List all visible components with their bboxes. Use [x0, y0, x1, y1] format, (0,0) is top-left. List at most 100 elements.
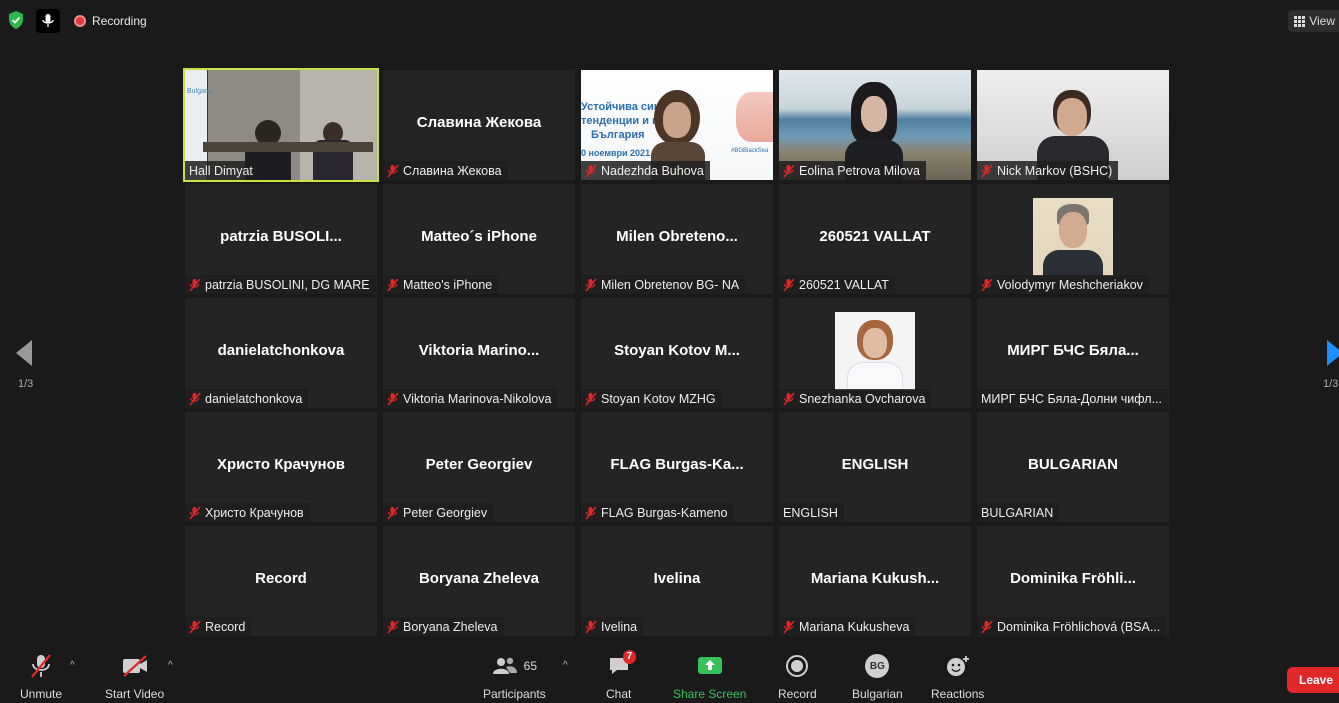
encryption-shield-icon[interactable] — [6, 10, 26, 30]
participant-tile[interactable]: Устойчива сине... тенденции и п... Бълга… — [581, 70, 773, 180]
gallery-grid-icon — [1294, 15, 1306, 27]
participant-name-label: Eolina Petrova Milova — [779, 161, 926, 180]
muted-mic-icon — [387, 392, 399, 405]
record-icon — [785, 652, 809, 680]
muted-mic-icon — [585, 164, 597, 177]
page-indicator-right: 1/3 — [1323, 378, 1339, 390]
participant-name-label: Dominika Fröhlichová (BSA... — [977, 617, 1167, 636]
participant-display-name: Mariana Kukush... — [810, 570, 940, 587]
muted-mic-icon — [189, 392, 201, 405]
participant-tile[interactable]: patrzia BUSOLI... patrzia BUSOLINI, DG M… — [185, 184, 377, 294]
participants-button[interactable]: 65 Participants — [483, 652, 546, 701]
participant-tile[interactable]: ENGLISH ENGLISH — [779, 412, 971, 522]
participant-display-name: Peter Georgiev — [425, 456, 533, 473]
participant-tile[interactable]: Viktoria Marino... Viktoria Marinova-Nik… — [383, 298, 575, 408]
previous-page-button[interactable] — [14, 338, 34, 373]
unmute-button[interactable]: Unmute — [20, 652, 62, 701]
leave-button[interactable]: Leave — [1287, 667, 1339, 693]
muted-mic-icon — [189, 506, 201, 519]
participant-name-label: Христо Крачунов — [185, 503, 310, 522]
share-screen-button[interactable]: Share Screen — [673, 652, 746, 701]
chat-button[interactable]: 7 Chat — [606, 650, 637, 701]
muted-mic-icon — [189, 620, 201, 633]
video-options-chevron-icon[interactable]: ^ — [168, 660, 173, 671]
muted-mic-icon — [585, 620, 597, 633]
recording-indicator[interactable]: Recording — [68, 9, 155, 33]
participant-name-label: Nick Markov (BSHC) — [977, 161, 1119, 180]
participant-tile[interactable]: Mariana Kukush... Mariana Kukusheva — [779, 526, 971, 636]
participant-tile[interactable]: Matteo´s iPhone Matteo's iPhone — [383, 184, 575, 294]
participant-tile[interactable]: Dominika Fröhli... Dominika Fröhlichová … — [977, 526, 1169, 636]
slide-hashtag: #BGBlackSea — [731, 148, 769, 154]
smiley-plus-icon — [945, 652, 971, 680]
leave-label: Leave — [1299, 673, 1334, 687]
participant-tile[interactable]: Milen Obreteno... Milen Obretenov BG- NA — [581, 184, 773, 294]
participant-tile[interactable]: 260521 VALLAT 260521 VALLAT — [779, 184, 971, 294]
muted-mic-icon — [387, 620, 399, 633]
participant-name-label: Record — [185, 617, 252, 636]
participants-options-chevron-icon[interactable]: ^ — [563, 660, 568, 671]
top-bar: Recording View — [0, 0, 1339, 42]
participant-display-name: Matteo´s iPhone — [421, 228, 537, 245]
participant-name-label: 260521 VALLAT — [779, 275, 895, 294]
participant-tile[interactable]: Ivelina Ivelina — [581, 526, 773, 636]
participant-tile[interactable]: Nick Markov (BSHC) — [977, 70, 1169, 180]
muted-mic-icon — [585, 278, 597, 291]
participant-tile[interactable]: Eolina Petrova Milova — [779, 70, 971, 180]
language-label: Bulgarian — [852, 687, 903, 701]
participant-display-name: Христо Крачунов — [217, 456, 345, 473]
participant-tile[interactable]: FLAG Burgas-Ka... FLAG Burgas-Kameno — [581, 412, 773, 522]
participant-tile[interactable]: Peter Georgiev Peter Georgiev — [383, 412, 575, 522]
slide-date: 0 ноември 2021 — [581, 148, 651, 158]
unmute-label: Unmute — [20, 687, 63, 701]
participant-name-label: BULGARIAN — [977, 503, 1060, 522]
audio-options-chevron-icon[interactable]: ^ — [70, 660, 75, 671]
participant-tile[interactable]: Snezhanka Ovcharova — [779, 298, 971, 408]
recording-label: Recording — [92, 14, 147, 28]
reactions-button[interactable]: Reactions — [931, 652, 984, 701]
share-screen-icon — [697, 652, 723, 680]
language-code: BG — [865, 654, 890, 678]
participant-name-label: Boryana Zheleva — [383, 617, 504, 636]
participant-tile[interactable]: Volodymyr Meshcheriakov — [977, 184, 1169, 294]
muted-mic-icon — [189, 278, 201, 291]
start-video-button[interactable]: Start Video — [105, 652, 164, 701]
participant-tile[interactable]: Bulgaria Hall Dimyat — [183, 68, 379, 182]
participant-tile[interactable]: Stoyan Kotov M... Stoyan Kotov MZHG — [581, 298, 773, 408]
next-page-button[interactable] — [1325, 338, 1339, 373]
participants-label: Participants — [483, 687, 546, 701]
participant-display-name: patrzia BUSOLI... — [220, 228, 342, 245]
participant-display-name: Славина Жекова — [416, 114, 542, 131]
participant-tile[interactable]: danielatchonkova danielatchonkova — [185, 298, 377, 408]
participant-display-name: Viktoria Marino... — [418, 342, 540, 359]
participant-tile[interactable]: МИРГ БЧС Бяла... МИРГ БЧС Бяла-Долни чиф… — [977, 298, 1169, 408]
muted-mic-icon — [387, 278, 399, 291]
chat-unread-badge: 7 — [622, 650, 637, 664]
muted-mic-icon — [387, 506, 399, 519]
video-gallery: Bulgaria Hall Dimyat Славина Жекова Слав… — [183, 68, 1171, 636]
arrow-right-icon — [1327, 340, 1339, 366]
participants-icon-wrap: 65 — [492, 652, 537, 680]
view-button[interactable]: View — [1288, 10, 1339, 32]
room-slide-text: Bulgaria — [187, 88, 213, 95]
language-interpretation-button[interactable]: BG Bulgarian — [852, 652, 903, 701]
participant-display-name: FLAG Burgas-Ka... — [610, 456, 744, 473]
participant-name-label: МИРГ БЧС Бяла-Долни чифл... — [977, 389, 1168, 408]
profile-picture — [835, 312, 915, 390]
participant-tile[interactable]: Record Record — [185, 526, 377, 636]
participant-tile[interactable]: BULGARIAN BULGARIAN — [977, 412, 1169, 522]
chat-label: Chat — [606, 687, 632, 701]
muted-mic-icon — [783, 164, 795, 177]
participant-name-label: Matteo's iPhone — [383, 275, 499, 294]
participant-name-label: patrzia BUSOLINI, DG MARE — [185, 275, 376, 294]
record-button[interactable]: Record — [778, 652, 817, 701]
participant-tile[interactable]: Славина Жекова Славина Жекова — [383, 70, 575, 180]
participant-tile[interactable]: Христо Крачунов Христо Крачунов — [185, 412, 377, 522]
participants-icon — [492, 657, 517, 674]
participant-name-label: Milen Obretenov BG- NA — [581, 275, 746, 294]
participant-tile[interactable]: Boryana Zheleva Boryana Zheleva — [383, 526, 575, 636]
audio-status-icon[interactable] — [36, 9, 60, 33]
participant-display-name: МИРГ БЧС Бяла... — [1007, 342, 1139, 359]
participant-display-name: ENGLISH — [841, 456, 909, 473]
muted-mic-icon — [783, 392, 795, 405]
